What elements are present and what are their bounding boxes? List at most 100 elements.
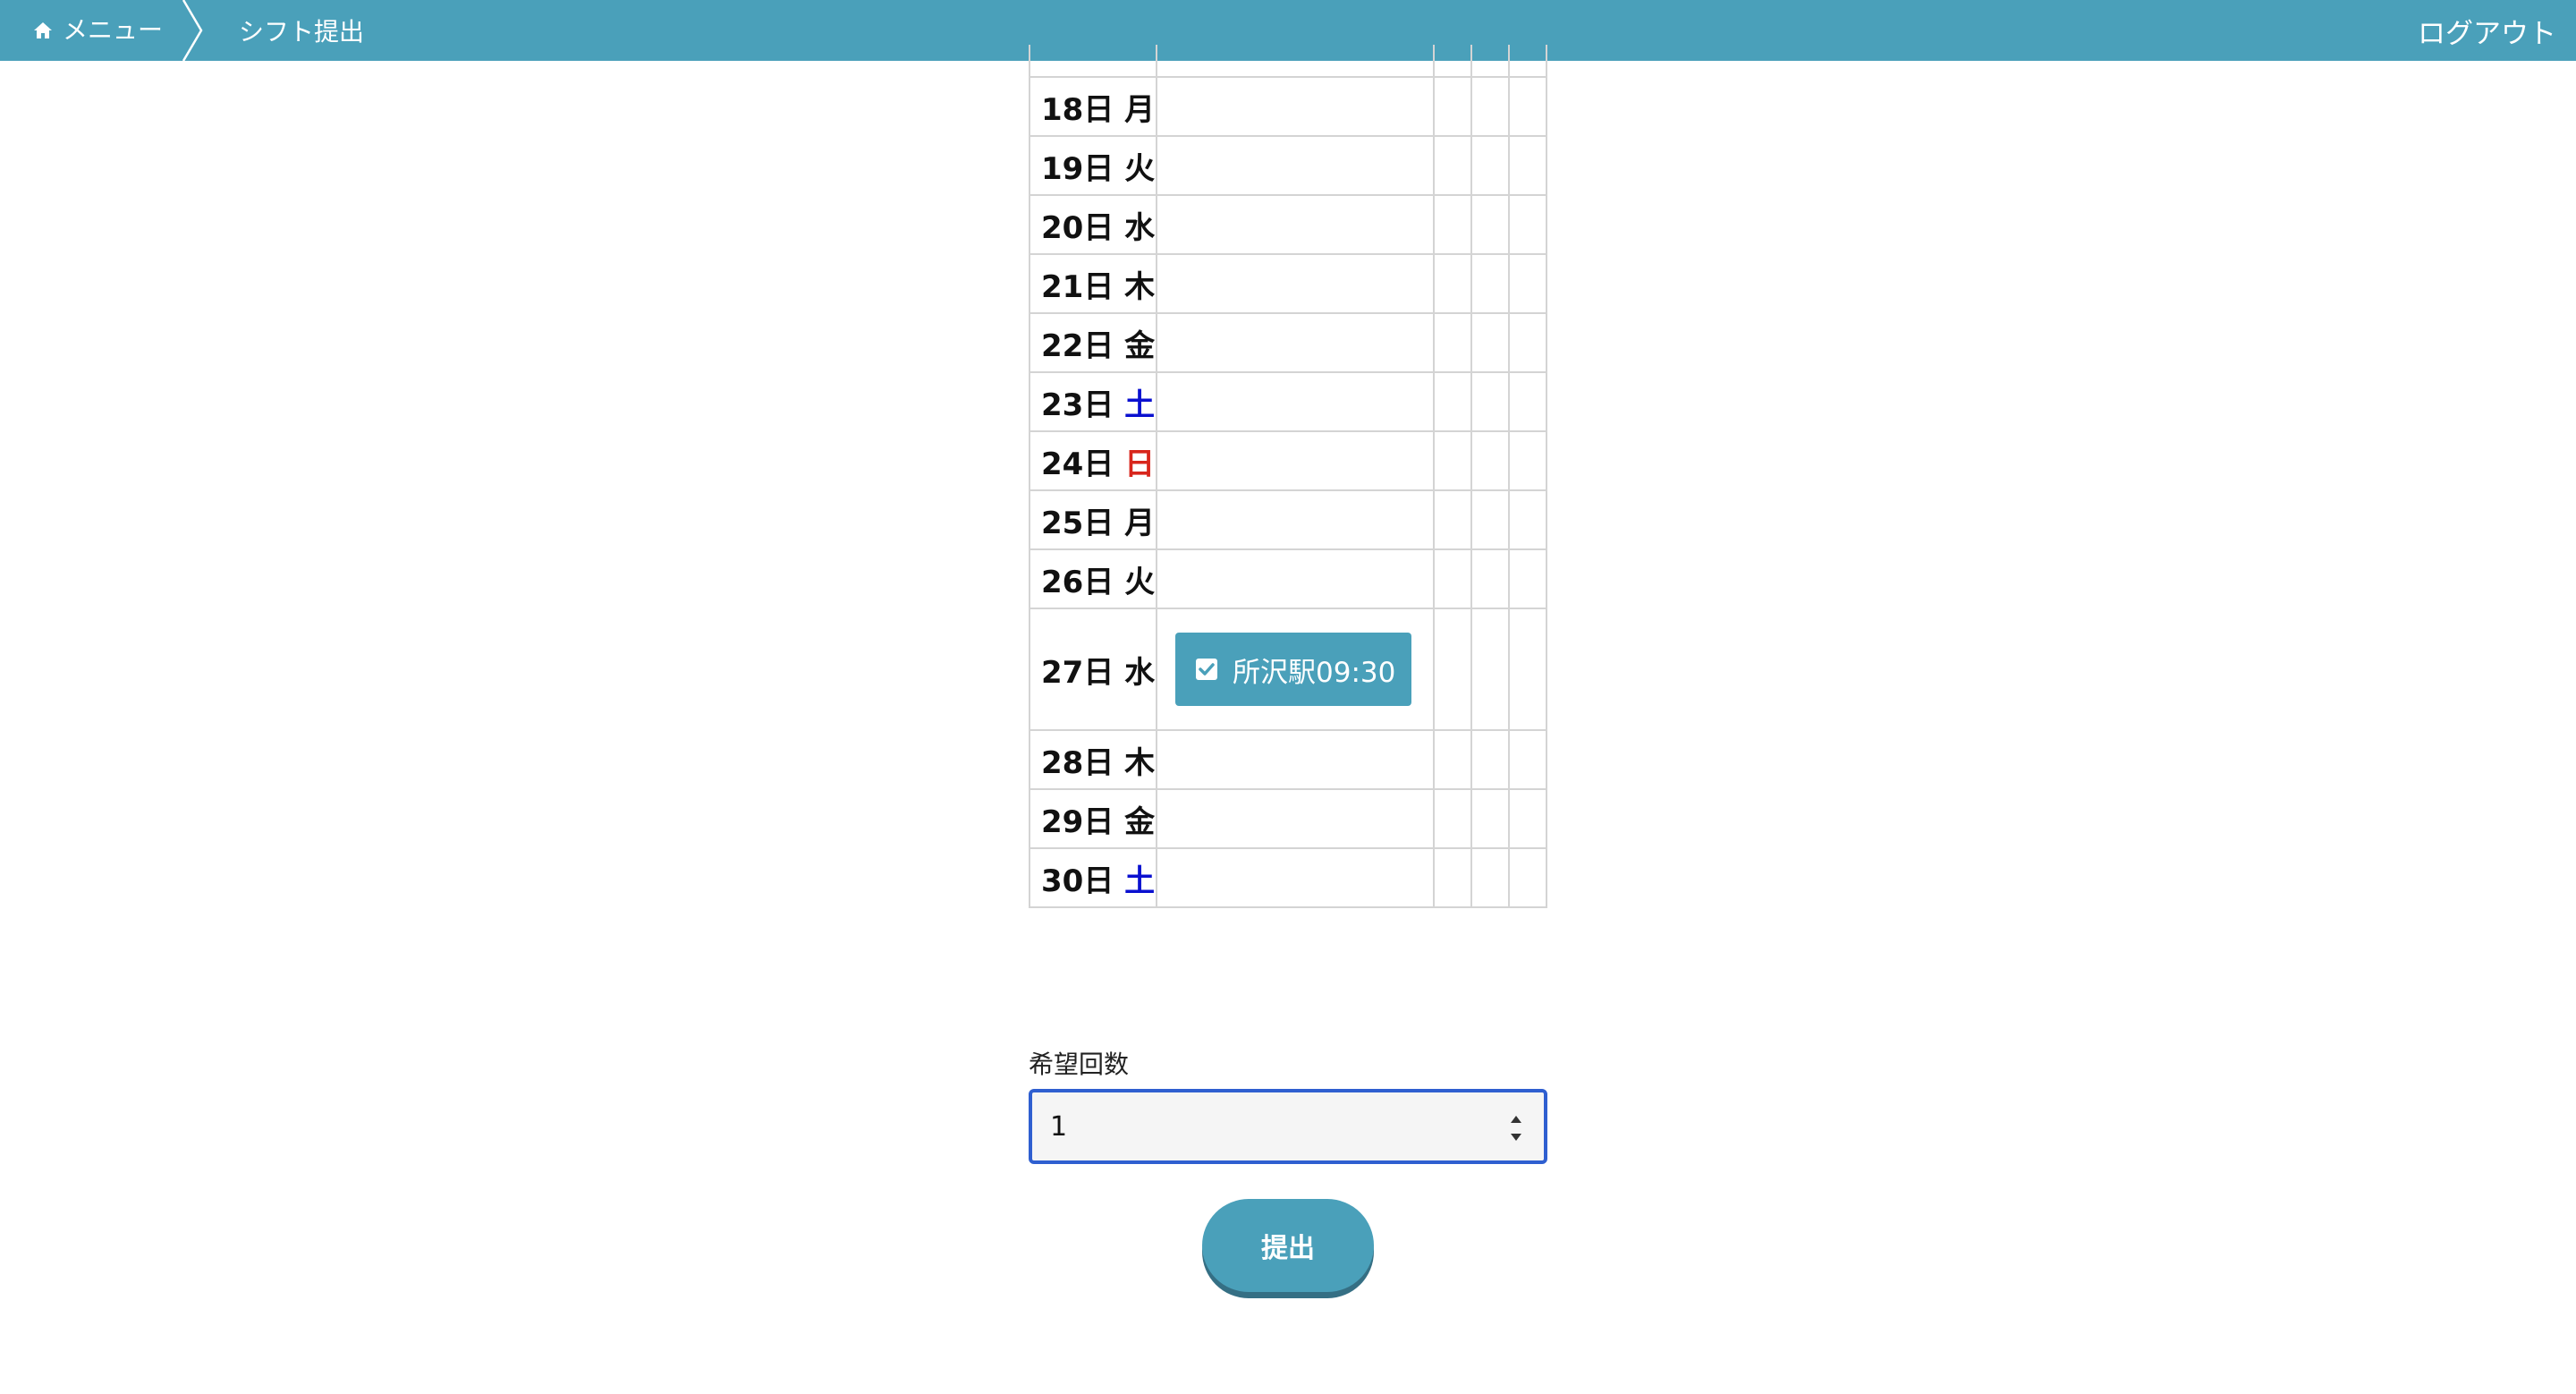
checkbox-checked-icon[interactable] xyxy=(1195,658,1218,681)
weekday-label: 金 xyxy=(1124,327,1156,364)
option-cell[interactable] xyxy=(1433,489,1472,550)
table-row-partial xyxy=(1029,45,1547,78)
table-row: 21日 木 xyxy=(1029,253,1547,314)
weekday-label: 金 xyxy=(1124,803,1156,840)
option-cell[interactable] xyxy=(1470,312,1510,373)
shift-slot-cell[interactable] xyxy=(1156,847,1435,908)
number-spinner-icon[interactable] xyxy=(1508,1110,1524,1146)
option-cell[interactable] xyxy=(1433,729,1472,790)
breadcrumb-current-page: シフト提出 xyxy=(239,17,365,47)
option-cell[interactable] xyxy=(1508,548,1547,609)
shift-slot-cell[interactable] xyxy=(1156,729,1435,790)
shift-slot-cell[interactable] xyxy=(1156,548,1435,609)
option-cell[interactable] xyxy=(1433,430,1472,491)
desired-count-label: 希望回数 xyxy=(1029,1050,1130,1079)
day-cell: 30日 土 xyxy=(1029,847,1157,908)
day-cell: 19日 火 xyxy=(1029,135,1157,196)
day-cell: 27日 水 xyxy=(1029,608,1157,731)
option-cell[interactable] xyxy=(1433,608,1472,731)
day-number: 30日 xyxy=(1041,863,1114,899)
option-cell[interactable] xyxy=(1433,788,1472,849)
chevron-right-icon xyxy=(182,0,203,61)
option-cell[interactable] xyxy=(1470,788,1510,849)
weekday-label: 水 xyxy=(1124,209,1156,246)
option-cell[interactable] xyxy=(1508,489,1547,550)
option-cell[interactable] xyxy=(1470,253,1510,314)
table-row: 24日 日 xyxy=(1029,430,1547,491)
day-number: 26日 xyxy=(1041,564,1114,600)
option-cell[interactable] xyxy=(1508,135,1547,196)
day-number: 27日 xyxy=(1041,654,1114,691)
day-number: 24日 xyxy=(1041,446,1114,482)
option-cell[interactable] xyxy=(1433,371,1472,432)
weekday-label: 木 xyxy=(1124,268,1156,305)
breadcrumb-home-link[interactable]: メニュー xyxy=(0,0,201,61)
option-cell[interactable] xyxy=(1433,847,1472,908)
weekday-label: 水 xyxy=(1124,654,1156,691)
shift-slot-cell[interactable] xyxy=(1156,253,1435,314)
day-cell: 24日 日 xyxy=(1029,430,1157,491)
day-cell: 29日 金 xyxy=(1029,788,1157,849)
submit-button[interactable]: 提出 xyxy=(1202,1199,1374,1292)
option-cell[interactable] xyxy=(1433,312,1472,373)
day-number: 19日 xyxy=(1041,150,1114,187)
table-row: 18日 月 xyxy=(1029,76,1547,137)
shift-slot-cell[interactable] xyxy=(1156,135,1435,196)
day-number: 29日 xyxy=(1041,803,1114,840)
option-cell[interactable] xyxy=(1508,430,1547,491)
day-number: 20日 xyxy=(1041,209,1114,246)
option-cell[interactable] xyxy=(1508,371,1547,432)
option-cell[interactable] xyxy=(1433,76,1472,137)
option-cell[interactable] xyxy=(1433,253,1472,314)
weekday-label: 土 xyxy=(1124,863,1156,899)
shift-tag-label: 所沢駅09:30 xyxy=(1233,656,1396,689)
day-cell: 20日 水 xyxy=(1029,194,1157,255)
shift-slot-cell[interactable] xyxy=(1156,430,1435,491)
day-cell: 25日 月 xyxy=(1029,489,1157,550)
day-cell: 23日 土 xyxy=(1029,371,1157,432)
option-cell[interactable] xyxy=(1508,194,1547,255)
shift-tag[interactable]: 所沢駅09:30 xyxy=(1175,633,1412,706)
option-cell[interactable] xyxy=(1508,253,1547,314)
option-cell[interactable] xyxy=(1470,194,1510,255)
option-cell[interactable] xyxy=(1470,548,1510,609)
option-cell[interactable] xyxy=(1508,788,1547,849)
option-cell[interactable] xyxy=(1470,76,1510,137)
option-cell[interactable] xyxy=(1508,76,1547,137)
weekday-label: 火 xyxy=(1124,564,1156,600)
option-cell[interactable] xyxy=(1433,548,1472,609)
weekday-label: 月 xyxy=(1124,505,1156,541)
shift-slot-cell[interactable] xyxy=(1156,489,1435,550)
desired-count-input[interactable] xyxy=(1032,1092,1544,1160)
shift-slot-cell[interactable]: 所沢駅09:30 xyxy=(1156,608,1435,731)
breadcrumb-home-label: メニュー xyxy=(63,15,164,45)
option-cell[interactable] xyxy=(1470,489,1510,550)
table-row: 25日 月 xyxy=(1029,489,1547,550)
day-cell: 22日 金 xyxy=(1029,312,1157,373)
shift-slot-cell[interactable] xyxy=(1156,788,1435,849)
option-cell[interactable] xyxy=(1470,608,1510,731)
option-cell[interactable] xyxy=(1508,729,1547,790)
shift-slot-cell[interactable] xyxy=(1156,312,1435,373)
option-cell[interactable] xyxy=(1433,135,1472,196)
option-cell[interactable] xyxy=(1433,194,1472,255)
weekday-label: 土 xyxy=(1124,387,1156,423)
option-cell[interactable] xyxy=(1508,312,1547,373)
table-row: 26日 火 xyxy=(1029,548,1547,609)
option-cell[interactable] xyxy=(1508,847,1547,908)
option-cell[interactable] xyxy=(1508,608,1547,731)
day-number: 21日 xyxy=(1041,268,1114,305)
shift-slot-cell[interactable] xyxy=(1156,194,1435,255)
option-cell[interactable] xyxy=(1470,135,1510,196)
weekday-label: 火 xyxy=(1124,150,1156,187)
option-cell[interactable] xyxy=(1470,729,1510,790)
option-cell[interactable] xyxy=(1470,430,1510,491)
day-number: 25日 xyxy=(1041,505,1114,541)
shift-slot-cell[interactable] xyxy=(1156,76,1435,137)
shift-slot-cell[interactable] xyxy=(1156,371,1435,432)
logout-button[interactable]: ログアウト xyxy=(2418,0,2556,61)
day-number: 22日 xyxy=(1041,327,1114,364)
option-cell[interactable] xyxy=(1470,371,1510,432)
option-cell[interactable] xyxy=(1470,847,1510,908)
day-number: 28日 xyxy=(1041,744,1114,781)
